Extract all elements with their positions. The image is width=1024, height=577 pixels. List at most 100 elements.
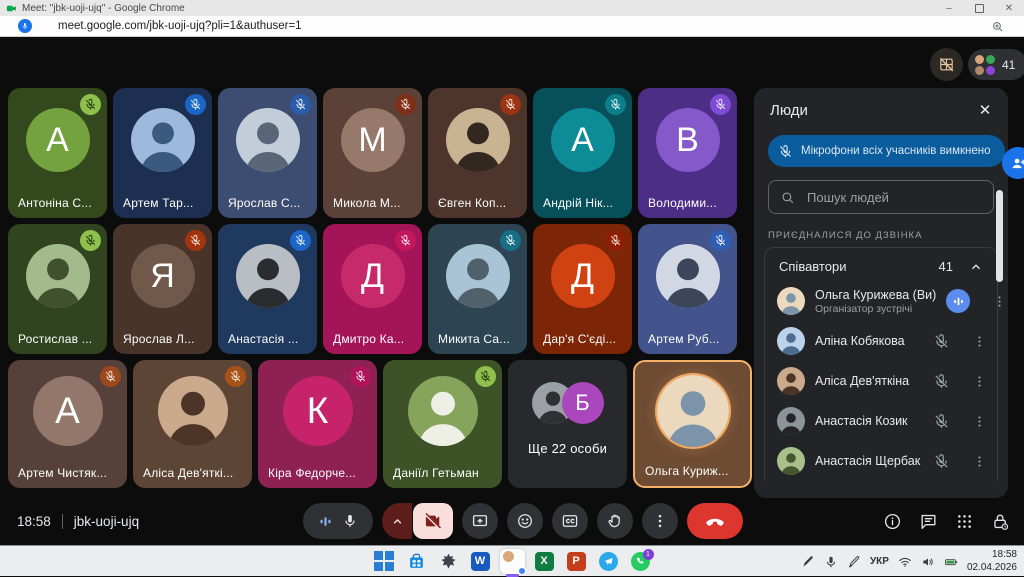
more-options-button[interactable] — [642, 503, 678, 539]
activities-apps-button[interactable] — [955, 512, 974, 531]
end-call-button[interactable] — [687, 503, 743, 539]
people-list-item[interactable]: Анастасія Козик — [765, 401, 997, 441]
chevron-up-icon[interactable] — [969, 260, 983, 274]
search-icon — [780, 190, 795, 205]
taskbar-app-powerpoint[interactable]: P — [564, 549, 589, 574]
participant-tile[interactable]: Ярослав С... — [218, 88, 317, 218]
browser-urlbar[interactable]: meet.google.com/jbk-uoji-ujq?pli=1&authu… — [0, 16, 1024, 37]
letter-avatar: Д — [551, 244, 615, 308]
participant-tile[interactable]: ААндрій Нік... — [533, 88, 632, 218]
wifi-icon[interactable] — [898, 555, 912, 569]
more-options-icon[interactable] — [972, 414, 987, 429]
taskbar-app-telegram[interactable] — [596, 549, 621, 574]
avatar-area — [383, 360, 502, 462]
camera-options-button[interactable] — [382, 503, 412, 539]
letter-avatar: А — [33, 376, 103, 446]
stylus-icon[interactable] — [847, 555, 861, 569]
people-search-input[interactable] — [805, 189, 979, 206]
user-avatar — [502, 550, 515, 563]
people-list-item[interactable]: Аліса Дев'яткіна — [765, 361, 997, 401]
notification-badge: 1 — [643, 549, 654, 560]
participant-tile[interactable]: А Артем Чистяк... — [8, 360, 127, 488]
participant-tile[interactable]: Артем Руб... — [638, 224, 737, 354]
participant-tile[interactable]: ММикола М... — [323, 88, 422, 218]
chevron-up-icon — [391, 515, 404, 528]
more-options-icon[interactable] — [972, 454, 987, 469]
participants-mini-avatars — [975, 55, 995, 75]
participant-tile[interactable]: Артем Тар... — [113, 88, 212, 218]
window-minimize-button[interactable]: – — [934, 0, 964, 16]
volume-icon[interactable] — [921, 555, 935, 569]
tiled-layout-disabled-button[interactable] — [930, 48, 963, 81]
participant-tile[interactable]: Євген Коп... — [428, 88, 527, 218]
participant-tile[interactable]: ККіра Федорче... — [258, 360, 377, 488]
chat-button[interactable] — [919, 512, 938, 531]
photo-avatar — [236, 108, 300, 172]
microphone-button[interactable] — [303, 503, 373, 539]
participant-name: Ярослав С... — [228, 196, 300, 210]
url-text[interactable]: meet.google.com/jbk-uoji-ujq?pli=1&authu… — [58, 20, 302, 32]
clock-date[interactable]: 18:58 02.04.2026 — [967, 549, 1017, 574]
participant-tile[interactable]: Аліса Дев'яткі... — [133, 360, 252, 488]
present-screen-button[interactable] — [462, 503, 498, 539]
letter-avatar: В — [656, 108, 720, 172]
pen-icon[interactable] — [801, 555, 815, 569]
taskbar-app-start[interactable] — [372, 549, 397, 574]
reactions-button[interactable] — [507, 503, 543, 539]
participant-tile[interactable]: Анастасія ... — [218, 224, 317, 354]
avatar-area — [218, 88, 317, 192]
host-controls-button[interactable] — [991, 512, 1010, 531]
photo-avatar — [26, 244, 90, 308]
taskbar-app-excel[interactable]: X — [532, 549, 557, 574]
participants-count-button[interactable]: 41 — [968, 49, 1024, 80]
taskbar-app-maple[interactable] — [436, 549, 461, 574]
equalizer-icon — [318, 514, 333, 529]
letter-avatar: М — [341, 108, 405, 172]
more-options-icon[interactable] — [972, 374, 987, 389]
participant-tile[interactable]: Я Ярослав Л... — [113, 224, 212, 354]
window-maximize-button[interactable] — [964, 0, 994, 16]
meeting-details-button[interactable] — [883, 512, 902, 531]
people-list-item[interactable]: Ольга Курижева (Ви)Організатор зустрічі — [765, 281, 997, 321]
camera-off-button[interactable] — [413, 503, 453, 539]
taskbar-app-whatsapp[interactable]: 1 — [628, 549, 653, 574]
avatar-area — [428, 224, 527, 328]
mute-all-status-button[interactable]: Мікрофони всіх учасників вимкнено — [768, 135, 1005, 167]
more-options-icon[interactable] — [972, 334, 987, 349]
participant-tile[interactable]: Даніїл Гетьман — [383, 360, 502, 488]
participant-tile[interactable]: Ольга Куриж... — [633, 360, 752, 488]
mini-avatar — [986, 55, 995, 64]
people-list-item[interactable]: Аліна Кобякова — [765, 321, 997, 361]
overflow-tile[interactable]: БЩе 22 особи — [508, 360, 627, 488]
language-indicator[interactable]: УКР — [870, 556, 889, 567]
people-search-field[interactable] — [768, 180, 994, 214]
raise-hand-button[interactable] — [597, 503, 633, 539]
people-list-item[interactable]: Анастасія Щербак — [765, 441, 997, 481]
letter-avatar: Я — [131, 244, 195, 308]
page-zoom-icon[interactable] — [991, 20, 1004, 33]
participant-tile[interactable]: Ростислав ... — [8, 224, 107, 354]
participant-name: Ярослав Л... — [123, 332, 195, 346]
avatar-area: Д — [323, 224, 422, 328]
people-panel-title: Люди — [754, 88, 1008, 123]
participant-name: Артем Чистяк... — [18, 466, 107, 480]
close-icon[interactable]: ✕ — [974, 99, 996, 121]
participant-tile[interactable]: ВВолодими... — [638, 88, 737, 218]
participant-tile[interactable]: ДДар'я С'єді... — [533, 224, 632, 354]
participant-tile[interactable]: Микита Са... — [428, 224, 527, 354]
panel-scrollbar[interactable] — [996, 190, 1003, 282]
taskbar-app-word[interactable]: W — [468, 549, 493, 574]
participant-tile[interactable]: ДДмитро Ка... — [323, 224, 422, 354]
more-options-icon[interactable] — [992, 294, 1007, 309]
taskbar-app-store[interactable] — [404, 549, 429, 574]
window-close-button[interactable]: ✕ — [994, 0, 1024, 16]
taskbar-app-chrome[interactable] — [500, 549, 525, 574]
tile-row: ААнтоніна С...Артем Тар... Ярослав С... ММ… — [8, 88, 752, 218]
tray-mic-icon[interactable] — [824, 555, 838, 569]
participant-name: Ольга Куриж... — [645, 464, 729, 478]
mini-avatar — [975, 55, 984, 64]
cohosts-group-header[interactable]: Співавтори 41 — [765, 248, 997, 281]
participant-tile[interactable]: ААнтоніна С... — [8, 88, 107, 218]
captions-button[interactable] — [552, 503, 588, 539]
battery-icon[interactable] — [944, 555, 958, 569]
